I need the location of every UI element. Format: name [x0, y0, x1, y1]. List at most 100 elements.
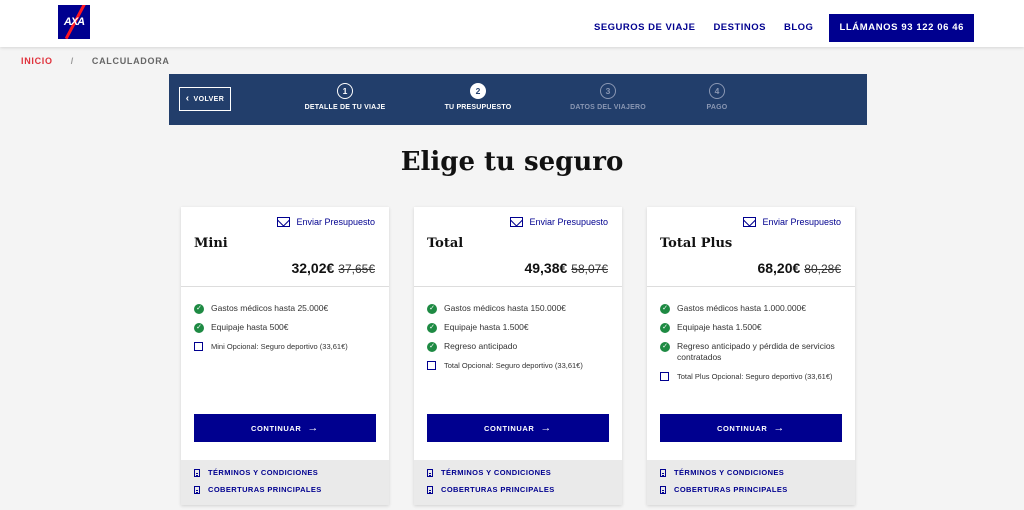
- terms-link[interactable]: TÉRMINOS Y CONDICIONES: [194, 468, 389, 477]
- check-circle-icon: ✓: [427, 342, 437, 352]
- step-number: 2: [470, 83, 486, 99]
- check-circle-icon: ✓: [427, 323, 437, 333]
- step-pago: 4 PAGO: [657, 83, 777, 111]
- continue-button[interactable]: CONTINUAR →: [660, 414, 842, 442]
- continue-label: CONTINUAR: [716, 423, 768, 433]
- main-nav: SEGUROS DE VIAJE DESTINOS BLOG LLÁMANOS …: [576, 14, 974, 42]
- back-label: VOLVER: [193, 95, 225, 103]
- breadcrumb-current: CALCULADORA: [91, 56, 170, 66]
- terms-link[interactable]: TÉRMINOS Y CONDICIONES: [427, 468, 622, 477]
- feature-text: Equipaje hasta 1.500€: [677, 322, 762, 332]
- step-detalle-viaje[interactable]: 1 DETALLE DE TU VIAJE: [285, 83, 405, 111]
- document-icon: [660, 468, 666, 477]
- card-header: Enviar Presupuesto Total Plus 68,20€ 80,…: [647, 207, 855, 287]
- step-number: 4: [709, 83, 725, 99]
- back-button[interactable]: ‹ VOLVER: [179, 87, 231, 111]
- document-icon: [194, 468, 200, 477]
- send-quote-link[interactable]: Enviar Presupuesto: [743, 217, 841, 227]
- card-footer: TÉRMINOS Y CONDICIONES COBERTURAS PRINCI…: [181, 460, 389, 505]
- plan-name: Mini: [194, 236, 228, 251]
- document-icon: [194, 485, 200, 494]
- terms-link[interactable]: TÉRMINOS Y CONDICIONES: [660, 468, 855, 477]
- logo-text: AXA: [63, 16, 85, 28]
- send-quote-link[interactable]: Enviar Presupuesto: [277, 217, 375, 227]
- plan-card-mini: Enviar Presupuesto Mini 32,02€ 37,65€ ✓ …: [181, 207, 389, 505]
- card-footer: TÉRMINOS Y CONDICIONES COBERTURAS PRINCI…: [414, 460, 622, 505]
- old-price: 37,65€: [338, 262, 375, 276]
- option-checkbox[interactable]: [427, 361, 436, 370]
- feature-item: ✓ Gastos médicos hasta 150.000€: [427, 303, 609, 314]
- continue-label: CONTINUAR: [250, 423, 302, 433]
- continue-label: CONTINUAR: [483, 423, 535, 433]
- optional-sport-insurance[interactable]: Total Plus Opcional: Seguro deportivo (3…: [660, 371, 842, 383]
- step-label: DETALLE DE TU VIAJE: [304, 104, 386, 111]
- terms-label: TÉRMINOS Y CONDICIONES: [441, 468, 552, 477]
- coverages-link[interactable]: COBERTURAS PRINCIPALES: [427, 485, 622, 494]
- card-header: Enviar Presupuesto Mini 32,02€ 37,65€: [181, 207, 389, 287]
- continue-button[interactable]: CONTINUAR →: [427, 414, 609, 442]
- feature-item: ✓ Gastos médicos hasta 25.000€: [194, 303, 376, 314]
- option-text: Total Plus Opcional: Seguro deportivo (3…: [677, 372, 833, 381]
- breadcrumb-separator: /: [70, 56, 74, 66]
- step-number: 3: [600, 83, 616, 99]
- feature-text: Equipaje hasta 1.500€: [444, 322, 529, 332]
- mail-icon: [510, 217, 524, 227]
- check-circle-icon: ✓: [427, 304, 437, 314]
- progress-stepper: ‹ VOLVER 1 DETALLE DE TU VIAJE 2 TU PRES…: [169, 74, 867, 125]
- price-row: 49,38€ 58,07€: [524, 260, 608, 276]
- call-us-button[interactable]: LLÁMANOS 93 122 06 46: [829, 14, 974, 42]
- option-text: Total Opcional: Seguro deportivo (33,61€…: [444, 361, 583, 370]
- price-row: 32,02€ 37,65€: [291, 260, 375, 276]
- option-checkbox[interactable]: [194, 342, 203, 351]
- arrow-right-icon: →: [540, 421, 552, 434]
- breadcrumb-home[interactable]: INICIO: [21, 56, 53, 66]
- feature-text: Equipaje hasta 500€: [211, 322, 289, 332]
- option-checkbox[interactable]: [660, 372, 669, 381]
- feature-item: ✓ Equipaje hasta 1.500€: [427, 322, 609, 333]
- mail-icon: [743, 217, 757, 227]
- price-row: 68,20€ 80,28€: [757, 260, 841, 276]
- feature-item: ✓ Equipaje hasta 1.500€: [660, 322, 842, 333]
- coverages-link[interactable]: COBERTURAS PRINCIPALES: [660, 485, 855, 494]
- price: 32,02€: [291, 260, 335, 276]
- price: 68,20€: [757, 260, 801, 276]
- feature-list: ✓ Gastos médicos hasta 150.000€ ✓ Equipa…: [414, 287, 622, 372]
- option-text: Mini Opcional: Seguro deportivo (33,61€): [211, 342, 348, 351]
- coverages-label: COBERTURAS PRINCIPALES: [674, 485, 788, 494]
- nav-destinos[interactable]: DESTINOS: [713, 14, 766, 42]
- check-circle-icon: ✓: [194, 304, 204, 314]
- feature-item: ✓ Regreso anticipado y pérdida de servic…: [660, 341, 842, 363]
- breadcrumb: INICIO / CALCULADORA: [21, 56, 170, 66]
- plan-name: Total Plus: [660, 236, 733, 251]
- send-quote-link[interactable]: Enviar Presupuesto: [510, 217, 608, 227]
- price: 49,38€: [524, 260, 568, 276]
- document-icon: [427, 485, 433, 494]
- feature-item: ✓ Gastos médicos hasta 1.000.000€: [660, 303, 842, 314]
- nav-blog[interactable]: BLOG: [784, 14, 813, 42]
- feature-item: ✓ Equipaje hasta 500€: [194, 322, 376, 333]
- feature-text: Gastos médicos hasta 150.000€: [444, 303, 566, 313]
- page-title: Elige tu seguro: [400, 147, 624, 177]
- nav-seguros-de-viaje[interactable]: SEGUROS DE VIAJE: [594, 14, 695, 42]
- continue-button[interactable]: CONTINUAR →: [194, 414, 376, 442]
- check-circle-icon: ✓: [194, 323, 204, 333]
- step-tu-presupuesto: 2 TU PRESUPUESTO: [418, 83, 538, 111]
- top-bar: AXA SEGUROS DE VIAJE DESTINOS BLOG LLÁMA…: [0, 0, 1024, 47]
- feature-item: ✓ Regreso anticipado: [427, 341, 609, 352]
- feature-text: Gastos médicos hasta 1.000.000€: [677, 303, 806, 313]
- check-circle-icon: ✓: [660, 342, 670, 352]
- arrow-right-icon: →: [307, 421, 319, 434]
- check-circle-icon: ✓: [660, 304, 670, 314]
- card-header: Enviar Presupuesto Total 49,38€ 58,07€: [414, 207, 622, 287]
- send-quote-label: Enviar Presupuesto: [529, 217, 608, 227]
- axa-logo[interactable]: AXA: [58, 5, 90, 39]
- optional-sport-insurance[interactable]: Mini Opcional: Seguro deportivo (33,61€): [194, 341, 376, 353]
- coverages-link[interactable]: COBERTURAS PRINCIPALES: [194, 485, 389, 494]
- check-circle-icon: ✓: [660, 323, 670, 333]
- step-label: PAGO: [706, 104, 728, 111]
- feature-text: Regreso anticipado y pérdida de servicio…: [677, 341, 835, 362]
- document-icon: [660, 485, 666, 494]
- step-label: TU PRESUPUESTO: [444, 104, 512, 111]
- feature-list: ✓ Gastos médicos hasta 1.000.000€ ✓ Equi…: [647, 287, 855, 383]
- optional-sport-insurance[interactable]: Total Opcional: Seguro deportivo (33,61€…: [427, 360, 609, 372]
